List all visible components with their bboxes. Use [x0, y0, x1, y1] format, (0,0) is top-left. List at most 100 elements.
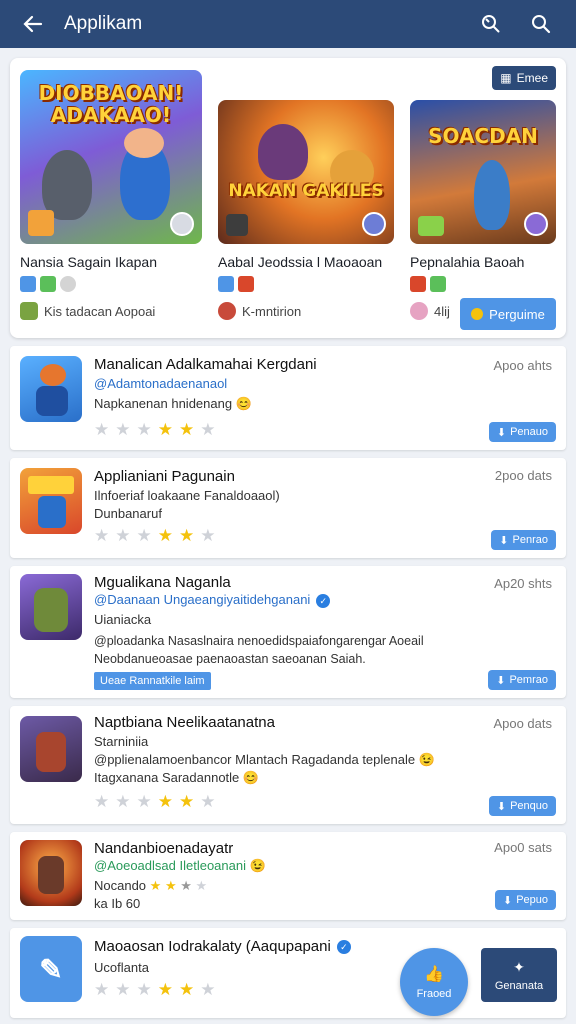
app-title: Manalican Adalkamahai Kergdani — [94, 356, 317, 373]
app-date: Apoo dats — [493, 716, 552, 731]
thumbs-up-icon: 👍 — [424, 966, 444, 983]
badge-icon — [524, 212, 548, 236]
app-icon — [20, 716, 82, 782]
category-icon — [410, 276, 426, 292]
featured-artwork: NAKAN GAKILES — [218, 100, 394, 244]
verified-badge-icon: ✓ — [336, 940, 351, 955]
app-handle[interactable]: @Aoeoadlsad Iletleoanani — [94, 858, 246, 873]
app-bar: Applikam — [0, 0, 576, 48]
tag-icon — [418, 216, 444, 236]
app-date: Apoo ahts — [493, 358, 552, 373]
category-icon — [238, 276, 254, 292]
app-handle[interactable]: @Adamtonadaenanaol — [94, 376, 227, 391]
back-arrow-icon[interactable] — [22, 13, 44, 35]
app-subtitle: Starniniia — [94, 734, 149, 749]
app-date: Apo0 sats — [494, 840, 552, 855]
smile-emoji-icon: 😊 — [242, 770, 260, 785]
app-handle[interactable]: @Daanaan Ungaeangiyaitidehganani — [94, 592, 310, 607]
smile-emoji-icon: 😉 — [418, 752, 435, 767]
app-subtitle: Ilnfoeriaf loakaane Fanaldoaaol) — [94, 488, 280, 503]
install-button[interactable]: ⬇ Pemrao — [488, 670, 556, 690]
list-item[interactable]: Nandanbioenadayatr @Aoeoadlsad Iletleoan… — [10, 832, 566, 920]
tag-chip[interactable]: Ueae Rannatkile laim — [94, 672, 211, 690]
sparkle-icon: ✦ — [513, 958, 525, 975]
app-description: Neobdanueoasae paenaoastan saeoanan Saia… — [94, 652, 366, 666]
app-description: Napkanenan hnidenang — [94, 396, 233, 411]
rating-stars: ★ ★ ★ ★ ★ ★ — [94, 980, 216, 999]
rating-stars: ★ ★ ★ ★ ★ ★ — [94, 420, 216, 439]
install-button[interactable]: ⬇ Penrao — [491, 530, 556, 550]
pen-icon: ✎ — [39, 953, 63, 985]
page-title: Applikam — [64, 13, 143, 34]
list-item[interactable]: Manalican Adalkamahai Kergdani @Adamtona… — [10, 346, 566, 450]
category-icon — [430, 276, 446, 292]
app-icon — [20, 574, 82, 640]
featured-title: Nansia Sagain Ikapan — [20, 254, 157, 270]
list-item[interactable]: Applianiani Pagunain Ilnfoeriaf loakaane… — [10, 458, 566, 558]
install-button[interactable]: ⬇ Pepuo — [494, 890, 556, 910]
download-icon: ⬇ — [496, 674, 506, 687]
app-description: @pplienalamoenbancor Mlantach Ragadanda … — [94, 752, 416, 767]
app-developer: Dunbanaruf — [94, 506, 162, 521]
featured-card[interactable]: DIOBBAOAN! ADAKAAO! Nansia Sagain Ikapan… — [20, 70, 202, 320]
app-icon: ✎ — [20, 936, 82, 1002]
install-button[interactable]: ⬇ Penauo — [488, 422, 556, 442]
app-icon — [20, 356, 82, 422]
app-date: Ap20 shts — [494, 576, 552, 591]
list-item[interactable]: Naptbiana Neelikaatanatna Starniniia @pp… — [10, 706, 566, 824]
hero-figure — [474, 160, 510, 230]
publisher-icon — [218, 302, 236, 320]
rating-stars: ★ ★ ★ ★ ★ ★ — [94, 526, 216, 545]
app-subtitle: Ucoflanta — [94, 960, 149, 975]
app-title: Maoaosan Iodrakalaty (Aaqupapani — [94, 938, 331, 955]
publisher-icon — [410, 302, 428, 320]
featured-artwork: DIOBBAOAN! ADAKAAO! — [20, 70, 202, 244]
coin-icon — [471, 308, 484, 320]
app-subtitle: Uianiacka — [94, 612, 152, 627]
smile-emoji-icon: 😉 — [249, 858, 266, 873]
app-icon — [20, 840, 82, 906]
featured-artwork: SOACDAN — [410, 100, 556, 244]
app-date: 2poo dats — [494, 468, 552, 483]
app-description: Itagxanana Saradannotle — [94, 770, 240, 785]
download-icon: ⬇ — [496, 426, 507, 439]
floating-action-button[interactable]: 👍 Fraoed — [400, 948, 468, 1016]
rating-stars: ★ ★ ★ ★ ★ ★ — [94, 792, 216, 811]
verified-badge-icon: ✓ — [316, 593, 331, 608]
download-icon: ⬇ — [502, 894, 513, 907]
category-icon — [20, 276, 36, 292]
smile-emoji-icon: 😊 — [235, 396, 252, 411]
badge-icon — [170, 212, 194, 236]
search-icon[interactable] — [530, 13, 552, 35]
info-icon — [60, 276, 76, 292]
featured-card[interactable]: NAKAN GAKILES Aabal Jeodssia l Maoaoan K… — [218, 100, 394, 320]
app-title: Nandanbioenadayatr — [94, 840, 234, 857]
app-meta: ka Ib 60 — [94, 896, 141, 911]
category-icon — [218, 276, 234, 292]
app-title: Applianiani Pagunain — [94, 468, 235, 485]
featured-title: Aabal Jeodssia l Maoaoan — [218, 254, 383, 270]
featured-card[interactable]: SOACDAN Pepnalahia Baoah 4lij — [410, 100, 556, 320]
publisher-icon — [20, 302, 38, 320]
install-button[interactable]: ⬇ Penquo — [488, 796, 556, 816]
refresh-search-icon[interactable] — [480, 13, 502, 35]
grid-icon: ▦ — [500, 71, 512, 85]
app-description: @ploadanka Nasaslnaira nenoedidspaiafong… — [94, 634, 424, 648]
download-icon: ⬇ — [496, 800, 507, 813]
list-item[interactable]: Mgualikana Naganla @Daanaan Ungaeangiyai… — [10, 566, 566, 698]
download-icon: ⬇ — [499, 534, 509, 547]
app-subtitle: Nocando — [94, 878, 147, 893]
featured-filter-chip[interactable]: ▦ Emee — [492, 66, 556, 90]
tag-icon — [226, 214, 248, 236]
tag-icon — [28, 210, 54, 236]
app-icon — [20, 468, 82, 534]
featured-panel: ▦ Emee DIOBBAOAN! ADAKAAO! Nansia Sagain… — [10, 58, 566, 338]
featured-action-button[interactable]: Perguime — [460, 298, 556, 330]
badge-icon — [362, 212, 386, 236]
app-title: Mgualikana Naganla — [94, 574, 231, 591]
category-icon — [40, 276, 56, 292]
app-title: Naptbiana Neelikaatanatna — [94, 714, 275, 731]
character-figure — [258, 124, 308, 180]
featured-title: Pepnalahia Baoah — [410, 254, 525, 270]
generate-button[interactable]: ✦ Genanata — [481, 948, 557, 1002]
